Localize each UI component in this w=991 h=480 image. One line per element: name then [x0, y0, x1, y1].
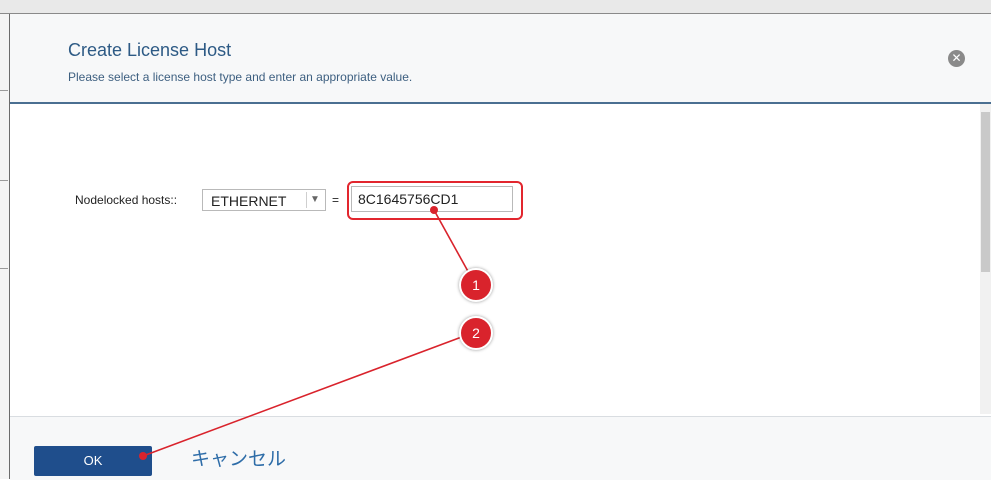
background-page-top: [0, 0, 991, 14]
chevron-down-icon[interactable]: ▼: [306, 192, 323, 208]
dialog-footer: OK キャンセル: [10, 416, 991, 480]
equals-sign: =: [332, 193, 340, 207]
cancel-link[interactable]: キャンセル: [191, 444, 286, 471]
dialog-subtitle: Please select a license host type and en…: [68, 70, 413, 84]
background-tick: [0, 268, 8, 269]
dialog-header: Create License Host Please select a lice…: [10, 14, 991, 104]
callout-badge-2: 2: [459, 316, 493, 350]
callout-badge-1: 1: [459, 268, 493, 302]
background-tick: [0, 180, 8, 181]
host-value-input[interactable]: [351, 186, 513, 212]
close-icon[interactable]: ✕: [948, 50, 965, 67]
create-license-host-dialog: Create License Host Please select a lice…: [10, 14, 991, 480]
dialog-scrollbar[interactable]: [980, 104, 991, 414]
nodelocked-hosts-label: Nodelocked hosts::: [75, 193, 178, 207]
dialog-title: Create License Host: [68, 40, 232, 60]
host-type-select[interactable]: ETHERNET ▼: [202, 189, 326, 211]
ok-button[interactable]: OK: [34, 446, 152, 476]
background-tick: [0, 90, 8, 91]
host-type-selected-value: ETHERNET: [211, 193, 287, 209]
scrollbar-thumb[interactable]: [981, 112, 990, 272]
